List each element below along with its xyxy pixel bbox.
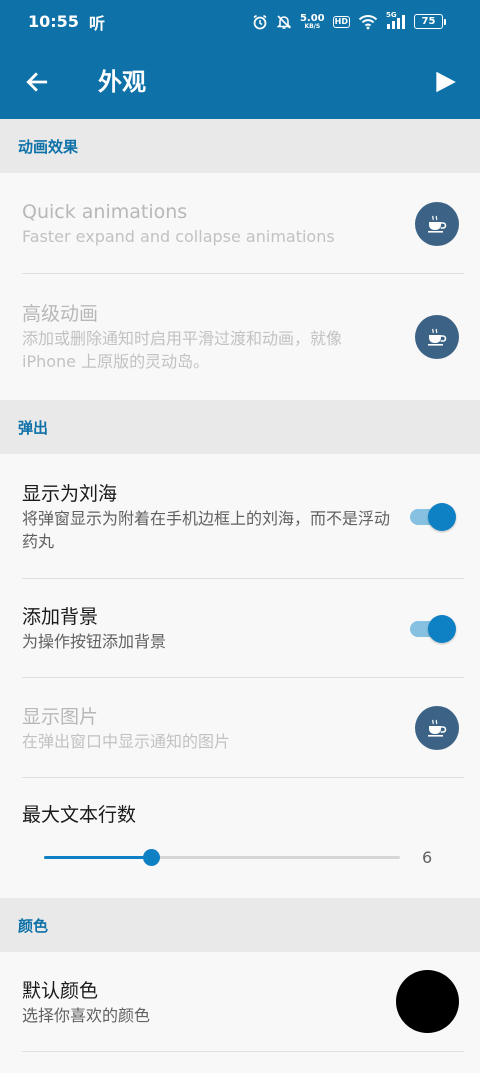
color-swatch[interactable] — [396, 970, 459, 1033]
battery-icon: 75 — [414, 14, 446, 29]
setting-show-as-notch[interactable]: 显示为刘海 将弹窗显示为附着在手机边框上的刘海，而不是浮动药丸 — [0, 454, 480, 579]
network-speed: 5.00 KB/S — [299, 12, 325, 30]
cellular-signal-icon: 5G — [386, 10, 406, 30]
signal-type-label: 5G — [386, 10, 397, 19]
premium-coffee-button[interactable] — [415, 706, 459, 750]
setting-title: 添加背景 — [22, 606, 99, 628]
slider-fill — [44, 856, 151, 859]
setting-title: 显示为刘海 — [22, 482, 118, 505]
background-toggle[interactable] — [408, 614, 456, 643]
setting-subtitle: 在弹出窗口中显示通知的图片 — [22, 731, 231, 751]
setting-subtitle: 添加或删除通知时启用平滑过渡和动画，就像 iPhone 上原版的灵动岛。 — [22, 329, 343, 371]
setting-subtitle: Faster expand and collapse animations — [22, 227, 335, 246]
setting-add-background[interactable]: 添加背景 为操作按钮添加背景 — [0, 579, 480, 678]
setting-default-color[interactable]: 默认颜色 选择你喜欢的颜色 — [0, 952, 480, 1052]
wifi-icon — [358, 14, 378, 30]
premium-coffee-button[interactable] — [415, 201, 459, 246]
setting-subtitle: 选择你喜欢的颜色 — [22, 1005, 151, 1025]
setting-show-image[interactable]: 显示图片 在弹出窗口中显示通知的图片 — [0, 678, 480, 778]
setting-title: 显示图片 — [22, 705, 99, 728]
status-time: 10:55 — [28, 12, 79, 31]
network-speed-value: 5.00 — [299, 12, 325, 24]
section-header-color: 颜色 — [0, 898, 480, 952]
page-title: 外观 — [98, 68, 146, 96]
slider-thumb[interactable] — [142, 849, 160, 866]
setting-title: 最大文本行数 — [22, 804, 137, 826]
alarm-icon — [252, 14, 268, 30]
premium-coffee-button[interactable] — [415, 315, 459, 359]
arrow-left-icon — [26, 72, 48, 92]
coffee-cup-icon — [428, 328, 447, 346]
network-speed-unit: KB/S — [304, 22, 321, 30]
setting-max-text-lines: 最大文本行数 6 — [0, 778, 480, 898]
battery-level: 75 — [414, 14, 443, 29]
slider-value: 6 — [422, 848, 433, 867]
divider — [22, 1051, 464, 1052]
section-header-popup: 弹出 — [0, 400, 480, 454]
status-icons: 5.00 KB/S HD 5G 75 — [252, 0, 446, 43]
back-button[interactable] — [22, 67, 52, 97]
max-lines-slider[interactable] — [44, 849, 400, 866]
setting-subtitle: 为操作按钮添加背景 — [22, 632, 167, 651]
status-carrier: 听 — [88, 13, 105, 33]
app-bar: 外观 — [0, 43, 480, 119]
coffee-cup-icon — [428, 215, 447, 233]
notch-toggle[interactable] — [408, 502, 456, 531]
play-icon — [436, 71, 456, 93]
setting-title: 默认颜色 — [22, 979, 99, 1002]
play-button[interactable] — [430, 67, 460, 97]
setting-quick-animations[interactable]: Quick animations Faster expand and colla… — [0, 173, 480, 274]
status-bar: 10:55 听 5.00 KB/S HD 5G 75 — [0, 0, 480, 43]
bell-mute-icon — [276, 14, 292, 30]
setting-title: Quick animations — [22, 201, 188, 223]
setting-advanced-animations[interactable]: 高级动画 添加或删除通知时启用平滑过渡和动画，就像 iPhone 上原版的灵动岛… — [0, 274, 480, 400]
setting-subtitle: 将弹窗显示为附着在手机边框上的刘海，而不是浮动药丸 — [22, 508, 391, 551]
setting-title: 高级动画 — [22, 303, 99, 325]
section-header-animation: 动画效果 — [0, 119, 480, 173]
hd-badge: HD — [332, 15, 350, 28]
coffee-cup-icon — [428, 719, 447, 737]
